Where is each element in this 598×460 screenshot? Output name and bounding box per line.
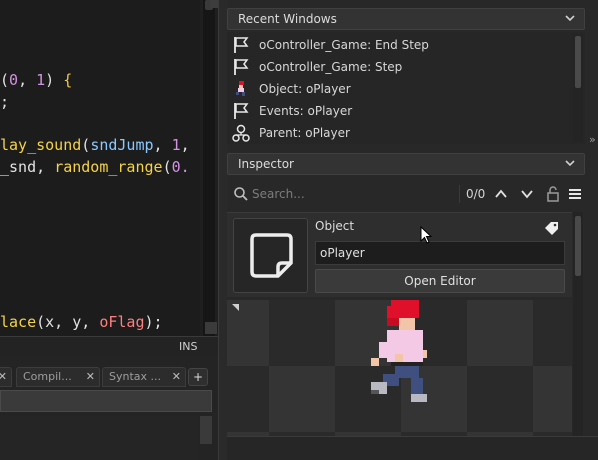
inspector-search-bar: 0/0 bbox=[227, 180, 598, 208]
code-token: (x, y, bbox=[36, 313, 100, 331]
chevron-right-icon[interactable]: » bbox=[589, 133, 596, 146]
list-item[interactable]: Events: oPlayer bbox=[227, 100, 572, 122]
code-token: lace bbox=[0, 313, 37, 331]
splitter-grip[interactable] bbox=[210, 0, 218, 8]
list-item-label: Object: oPlayer bbox=[259, 82, 351, 96]
code-token: ( bbox=[0, 71, 10, 89]
code-token: ( bbox=[162, 158, 172, 176]
code-token: ) bbox=[45, 71, 55, 89]
list-item[interactable]: Object: oPlayer bbox=[227, 78, 572, 100]
close-icon[interactable]: ✕ bbox=[172, 368, 181, 386]
parent-icon bbox=[232, 124, 250, 142]
code-token: ); bbox=[144, 313, 163, 331]
code-token: , bbox=[18, 71, 37, 89]
collapse-triangle-icon[interactable] bbox=[232, 304, 239, 311]
list-item-label: oController_Game: Step bbox=[259, 60, 403, 74]
sprite-preview[interactable] bbox=[227, 300, 572, 436]
code-token: 0 bbox=[9, 71, 19, 89]
mouse-cursor-icon bbox=[420, 226, 432, 244]
code-token: sndJump bbox=[90, 136, 154, 154]
menu-icon[interactable] bbox=[567, 185, 583, 203]
flag-icon bbox=[234, 37, 249, 53]
lock-open-icon[interactable] bbox=[545, 185, 561, 203]
scroll-corner bbox=[205, 322, 217, 334]
output-area[interactable] bbox=[0, 416, 198, 460]
code-token: random_range bbox=[54, 158, 163, 176]
previous-match-button[interactable] bbox=[493, 185, 509, 203]
code-token: , bbox=[180, 136, 190, 154]
tab-label: Syntax ... bbox=[109, 370, 162, 383]
object-kind-label: Object bbox=[315, 219, 355, 233]
code-token: ; bbox=[0, 93, 10, 111]
object-icon bbox=[250, 233, 293, 278]
code-token: oFlag bbox=[99, 313, 145, 331]
inspector-scrollbar[interactable] bbox=[573, 212, 583, 436]
code-line: ; bbox=[0, 92, 9, 112]
chevron-down-icon[interactable] bbox=[564, 12, 576, 24]
object-name-field[interactable] bbox=[315, 241, 565, 265]
editor-status-bar: INS bbox=[0, 336, 218, 356]
object-summary: Object Open Editor bbox=[227, 212, 572, 297]
object-thumbnail[interactable] bbox=[233, 218, 308, 293]
tag-icon[interactable] bbox=[545, 221, 559, 235]
insert-mode-indicator: INS bbox=[179, 340, 198, 353]
code-token: 1 bbox=[171, 136, 181, 154]
close-icon[interactable]: ✕ bbox=[0, 368, 7, 386]
right-dock: Recent Windows oController_Game: End Ste… bbox=[227, 0, 598, 460]
code-line: (0, 1) { bbox=[0, 70, 72, 90]
open-editor-button[interactable]: Open Editor bbox=[315, 269, 565, 293]
inspector-footer bbox=[227, 436, 598, 460]
panel-title: Recent Windows bbox=[238, 12, 337, 26]
output-scrollbar[interactable] bbox=[200, 416, 212, 444]
code-token: lay_sound bbox=[0, 136, 82, 154]
scrollbar-thumb[interactable] bbox=[575, 216, 581, 276]
flag-icon bbox=[234, 103, 249, 119]
add-tab-button[interactable]: + bbox=[188, 368, 208, 386]
list-item-label: oController_Game: End Step bbox=[259, 38, 429, 52]
inspector-header[interactable]: Inspector bbox=[227, 153, 585, 175]
recent-windows-scrollbar[interactable] bbox=[573, 34, 583, 142]
panel-splitter[interactable] bbox=[218, 0, 227, 460]
tab-compile[interactable]: Compil... ✕ bbox=[16, 367, 100, 387]
next-match-button[interactable] bbox=[519, 185, 535, 203]
code-line: lay_sound(sndJump, 1, bbox=[0, 135, 190, 155]
flag-icon bbox=[234, 59, 249, 75]
match-count: 0/0 bbox=[466, 187, 486, 201]
code-vertical-scrollbar[interactable] bbox=[203, 0, 215, 340]
output-panel: ✕ Compil... ✕ Syntax ... ✕ + bbox=[0, 356, 218, 460]
tab-label: Compil... bbox=[23, 370, 72, 383]
code-editor[interactable]: (0, 1) { ; lay_sound(sndJump, 1, _snd, r… bbox=[0, 0, 218, 460]
code-token: , bbox=[153, 136, 172, 154]
code-token: { bbox=[54, 71, 73, 89]
code-line: lace(x, y, oFlag); bbox=[0, 312, 163, 332]
tab-previous[interactable]: ✕ bbox=[0, 367, 12, 387]
close-icon[interactable]: ✕ bbox=[86, 368, 95, 386]
list-item[interactable]: Parent: oPlayer bbox=[227, 122, 572, 144]
list-item[interactable]: oController_Game: End Step bbox=[227, 34, 572, 56]
search-input[interactable] bbox=[252, 184, 452, 204]
tab-syntax[interactable]: Syntax ... ✕ bbox=[102, 367, 186, 387]
divider bbox=[459, 185, 460, 203]
code-line: _snd, random_range(0. bbox=[0, 157, 190, 177]
object-icon bbox=[236, 81, 245, 96]
code-token: 1 bbox=[36, 71, 46, 89]
list-item-label: Parent: oPlayer bbox=[259, 126, 350, 140]
list-item-label: Events: oPlayer bbox=[259, 104, 353, 118]
code-token: _snd, bbox=[0, 158, 55, 176]
list-item[interactable]: oController_Game: Step bbox=[227, 56, 572, 78]
player-sprite-image bbox=[371, 300, 427, 402]
output-toolbar bbox=[0, 390, 212, 412]
scrollbar-thumb[interactable] bbox=[575, 36, 581, 88]
panel-title: Inspector bbox=[238, 157, 294, 171]
code-area[interactable]: (0, 1) { ; lay_sound(sndJump, 1, _snd, r… bbox=[0, 0, 200, 340]
search-icon bbox=[234, 187, 248, 201]
code-token: ( bbox=[81, 136, 91, 154]
chevron-down-icon[interactable] bbox=[564, 157, 576, 169]
recent-windows-list: oController_Game: End Step oController_G… bbox=[227, 32, 585, 144]
code-token: 0. bbox=[171, 158, 190, 176]
recent-windows-header[interactable]: Recent Windows bbox=[227, 8, 585, 30]
